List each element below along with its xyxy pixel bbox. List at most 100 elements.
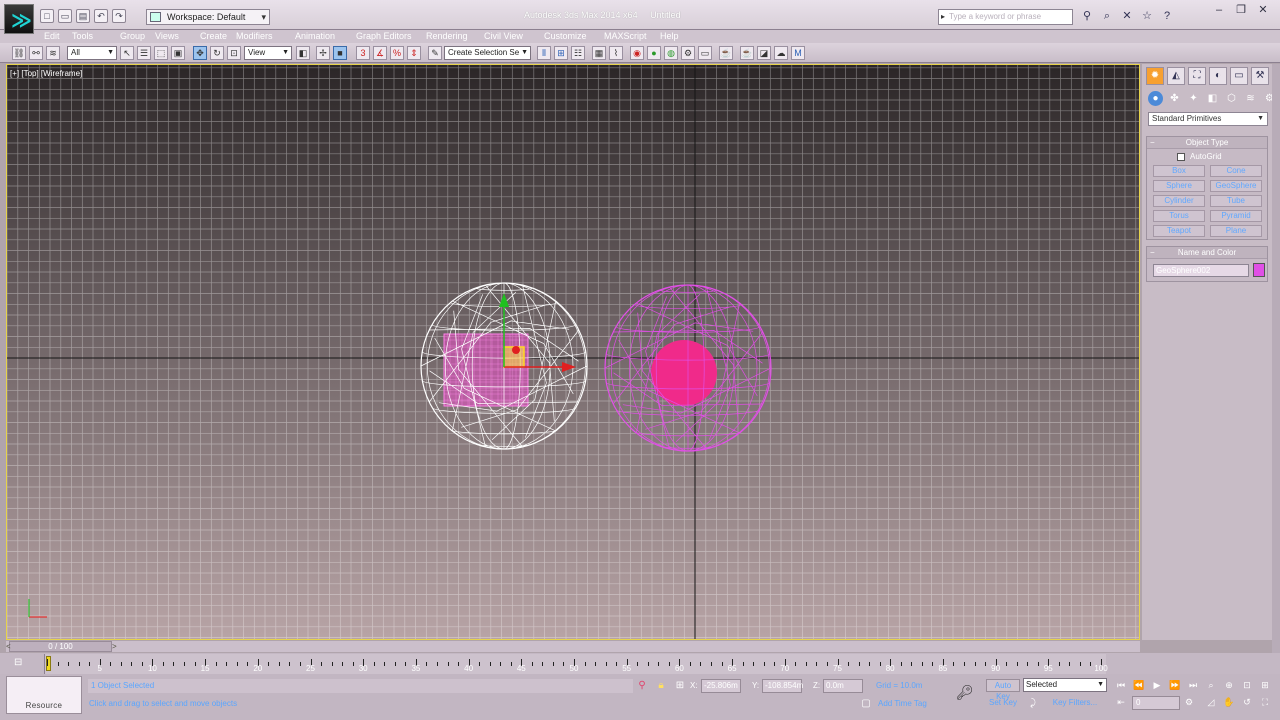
- mini-curve-editor-icon[interactable]: ⊟: [14, 657, 28, 669]
- menu-graph-editors[interactable]: Graph Editors: [356, 30, 412, 43]
- menu-animation[interactable]: Animation: [295, 30, 335, 43]
- keyboard-shortcut-override-icon[interactable]: ■: [333, 46, 347, 60]
- y-coordinate-input[interactable]: -108.854m: [762, 679, 803, 693]
- modify-tab-icon[interactable]: ◭: [1167, 67, 1185, 85]
- close-button[interactable]: ✕: [1252, 3, 1274, 19]
- time-slider-thumb[interactable]: 0 / 100: [9, 641, 112, 652]
- new-file-icon[interactable]: □: [40, 9, 54, 23]
- link-icon[interactable]: ⛓: [12, 46, 26, 60]
- viewport-label[interactable]: [+] [Top] [Wireframe]: [10, 69, 82, 78]
- select-and-scale-icon[interactable]: ⊡: [227, 46, 241, 60]
- material-editor-slate-icon[interactable]: ◍: [664, 46, 678, 60]
- object-name-input[interactable]: GeoSphere002: [1153, 264, 1249, 277]
- checkbox-icon[interactable]: [1177, 153, 1185, 161]
- box-button[interactable]: Box: [1153, 165, 1205, 177]
- curve-editor-icon[interactable]: ⌇: [609, 46, 623, 60]
- display-tab-icon[interactable]: ▭: [1230, 67, 1248, 85]
- layer-manager-icon[interactable]: ☷: [571, 46, 585, 60]
- manipulate-icon[interactable]: ✢: [316, 46, 330, 60]
- selection-lock-icon[interactable]: 🔒︎: [655, 680, 667, 692]
- previous-frame-icon[interactable]: <: [6, 641, 11, 652]
- menu-tools[interactable]: Tools: [72, 30, 93, 43]
- motion-tab-icon[interactable]: ◐: [1209, 67, 1227, 85]
- orbit-icon[interactable]: ↺: [1240, 696, 1254, 709]
- play-icon[interactable]: ▶: [1150, 679, 1164, 692]
- menu-help[interactable]: Help: [660, 30, 679, 43]
- geosphere-button[interactable]: GeoSphere: [1210, 180, 1262, 192]
- pyramid-button[interactable]: Pyramid: [1210, 210, 1262, 222]
- tube-button[interactable]: Tube: [1210, 195, 1262, 207]
- time-configuration-icon[interactable]: ⚙: [1182, 696, 1196, 709]
- maximize-viewport-icon[interactable]: ⛶: [1258, 696, 1272, 709]
- menu-create[interactable]: Create: [200, 30, 227, 43]
- teapot-button[interactable]: Teapot: [1153, 225, 1205, 237]
- key-mode-dropdown[interactable]: Selected ▼: [1023, 678, 1107, 692]
- workspace-dropdown[interactable]: Workspace: Default ▾: [146, 9, 270, 25]
- window-crossing-icon[interactable]: ▣: [171, 46, 185, 60]
- time-slider[interactable]: 0 / 100 < >: [6, 641, 1140, 652]
- zoom-icon[interactable]: ⌕: [1204, 679, 1218, 692]
- unlink-icon[interactable]: ⚯: [29, 46, 43, 60]
- rendered-frame-window-icon[interactable]: ▭: [698, 46, 712, 60]
- percent-snap-icon[interactable]: %: [390, 46, 404, 60]
- maxscript-listener[interactable]: Resource: [6, 676, 82, 714]
- zoom-extents-all-icon[interactable]: ⊞: [1258, 679, 1272, 692]
- star-icon[interactable]: ☆: [1140, 9, 1154, 23]
- activeshade-icon[interactable]: ◪: [757, 46, 771, 60]
- mental-ray-icon[interactable]: M: [791, 46, 805, 60]
- name-color-header[interactable]: − Name and Color: [1147, 247, 1267, 259]
- autogrid-checkbox[interactable]: AutoGrid: [1177, 152, 1222, 162]
- search-expand-icon[interactable]: ▸: [941, 10, 945, 24]
- selection-filter-dropdown[interactable]: All ▼: [67, 46, 117, 60]
- z-coordinate-input[interactable]: 0.0m: [823, 679, 863, 693]
- add-time-tag-button[interactable]: Add Time Tag: [878, 697, 927, 711]
- create-tab-icon[interactable]: ✹: [1146, 67, 1164, 85]
- minimize-button[interactable]: –: [1208, 3, 1230, 19]
- track-bar-ruler[interactable]: 5 10 15 20 25 30 35 40 45 50 55 60 65 70 75 80 85 90 95 100: [44, 654, 1108, 674]
- restore-button[interactable]: ❐: [1230, 3, 1252, 19]
- torus-button[interactable]: Torus: [1153, 210, 1205, 222]
- bind-spacewarp-icon[interactable]: ≋: [46, 46, 60, 60]
- menu-edit[interactable]: Edit: [44, 30, 60, 43]
- menu-civil-view[interactable]: Civil View: [484, 30, 523, 43]
- binoculars-icon[interactable]: ⚲: [1080, 9, 1094, 23]
- viewport-top[interactable]: [+] [Top] [Wireframe]: [6, 64, 1140, 640]
- key-filters-button[interactable]: Key Filters...: [1043, 696, 1107, 710]
- select-object-icon[interactable]: ↖: [120, 46, 134, 60]
- save-file-icon[interactable]: ▤: [76, 9, 90, 23]
- set-keys-key-icon[interactable]: 🔑︎: [956, 684, 974, 701]
- render-production-icon[interactable]: ☕: [719, 46, 733, 60]
- tools-icon[interactable]: ✕: [1120, 9, 1134, 23]
- cameras-icon[interactable]: ◧: [1205, 91, 1220, 106]
- helpers-icon[interactable]: ⬡: [1224, 91, 1239, 106]
- zoom-all-icon[interactable]: ⊕: [1222, 679, 1236, 692]
- utilities-tab-icon[interactable]: ⚒: [1251, 67, 1269, 85]
- zoom-extents-icon[interactable]: ⊡: [1240, 679, 1254, 692]
- app-logo-button[interactable]: ≫: [4, 4, 34, 34]
- menu-views[interactable]: Views: [155, 30, 179, 43]
- render-online-icon[interactable]: ☁: [774, 46, 788, 60]
- field-of-view-icon[interactable]: ◿: [1204, 696, 1218, 709]
- go-to-start-icon[interactable]: ⏮: [1114, 679, 1128, 692]
- go-to-end-icon[interactable]: ⏭: [1186, 679, 1200, 692]
- angle-snap-icon[interactable]: ∡: [373, 46, 387, 60]
- object-type-header[interactable]: − Object Type: [1147, 137, 1267, 149]
- primitive-category-dropdown[interactable]: Standard Primitives ▼: [1148, 112, 1268, 126]
- panel-scrollbar[interactable]: [1272, 64, 1280, 654]
- undo-icon[interactable]: ↶: [94, 9, 108, 23]
- plane-button[interactable]: Plane: [1210, 225, 1262, 237]
- edit-named-selection-icon[interactable]: ✎: [428, 46, 442, 60]
- align-icon[interactable]: ⊞: [554, 46, 568, 60]
- next-frame-icon[interactable]: >: [112, 641, 117, 652]
- cylinder-button[interactable]: Cylinder: [1153, 195, 1205, 207]
- x-coordinate-input[interactable]: -25.806m: [701, 679, 741, 693]
- material-editor-icon[interactable]: ●: [647, 46, 661, 60]
- select-by-name-icon[interactable]: ☰: [137, 46, 151, 60]
- absolute-mode-icon[interactable]: ⊞: [674, 680, 686, 692]
- spinner-snap-icon[interactable]: ⇕: [407, 46, 421, 60]
- search-icon[interactable]: ⌕: [1100, 9, 1114, 23]
- menu-maxscript[interactable]: MAXScript: [604, 30, 647, 43]
- menu-group[interactable]: Group: [120, 30, 145, 43]
- spacewarps-icon[interactable]: ≋: [1243, 91, 1258, 106]
- pivot-center-icon[interactable]: ◧: [296, 46, 310, 60]
